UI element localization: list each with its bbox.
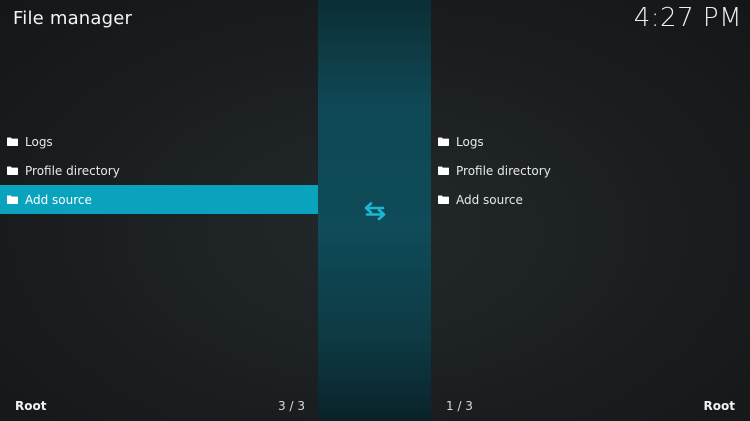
folder-icon [438, 195, 449, 204]
folder-icon [7, 166, 18, 175]
list-item-label: Add source [25, 192, 92, 207]
swap-arrows-icon [364, 202, 385, 221]
right-pane: Logs Profile directory Add source 1 / 3 … [431, 0, 750, 421]
folder-icon [7, 137, 18, 146]
center-divider [318, 0, 431, 421]
list-item-label: Profile directory [25, 163, 120, 178]
left-footer-count: 3 / 3 [278, 399, 305, 413]
folder-icon [438, 166, 449, 175]
list-item-label: Logs [25, 134, 53, 149]
file-manager-screen: File manager 4:27 PM Logs Profile direct… [0, 0, 750, 421]
left-list-item-add-source[interactable]: Add source [0, 185, 318, 214]
list-item-label: Add source [456, 192, 523, 207]
left-file-list: Logs Profile directory Add source [0, 127, 318, 214]
right-list-item-profile-directory[interactable]: Profile directory [431, 156, 750, 185]
folder-icon [7, 195, 18, 204]
folder-icon [438, 137, 449, 146]
list-item-label: Logs [456, 134, 484, 149]
right-file-list: Logs Profile directory Add source [431, 127, 750, 214]
left-list-item-profile-directory[interactable]: Profile directory [0, 156, 318, 185]
right-list-item-add-source[interactable]: Add source [431, 185, 750, 214]
left-pane: Logs Profile directory Add source Root 3… [0, 0, 318, 421]
list-item-label: Profile directory [456, 163, 551, 178]
left-footer-path: Root [15, 399, 47, 413]
right-list-item-logs[interactable]: Logs [431, 127, 750, 156]
right-footer-path: Root [703, 399, 735, 413]
left-list-item-logs[interactable]: Logs [0, 127, 318, 156]
swap-panes-button[interactable] [357, 196, 393, 226]
right-footer-count: 1 / 3 [446, 399, 473, 413]
